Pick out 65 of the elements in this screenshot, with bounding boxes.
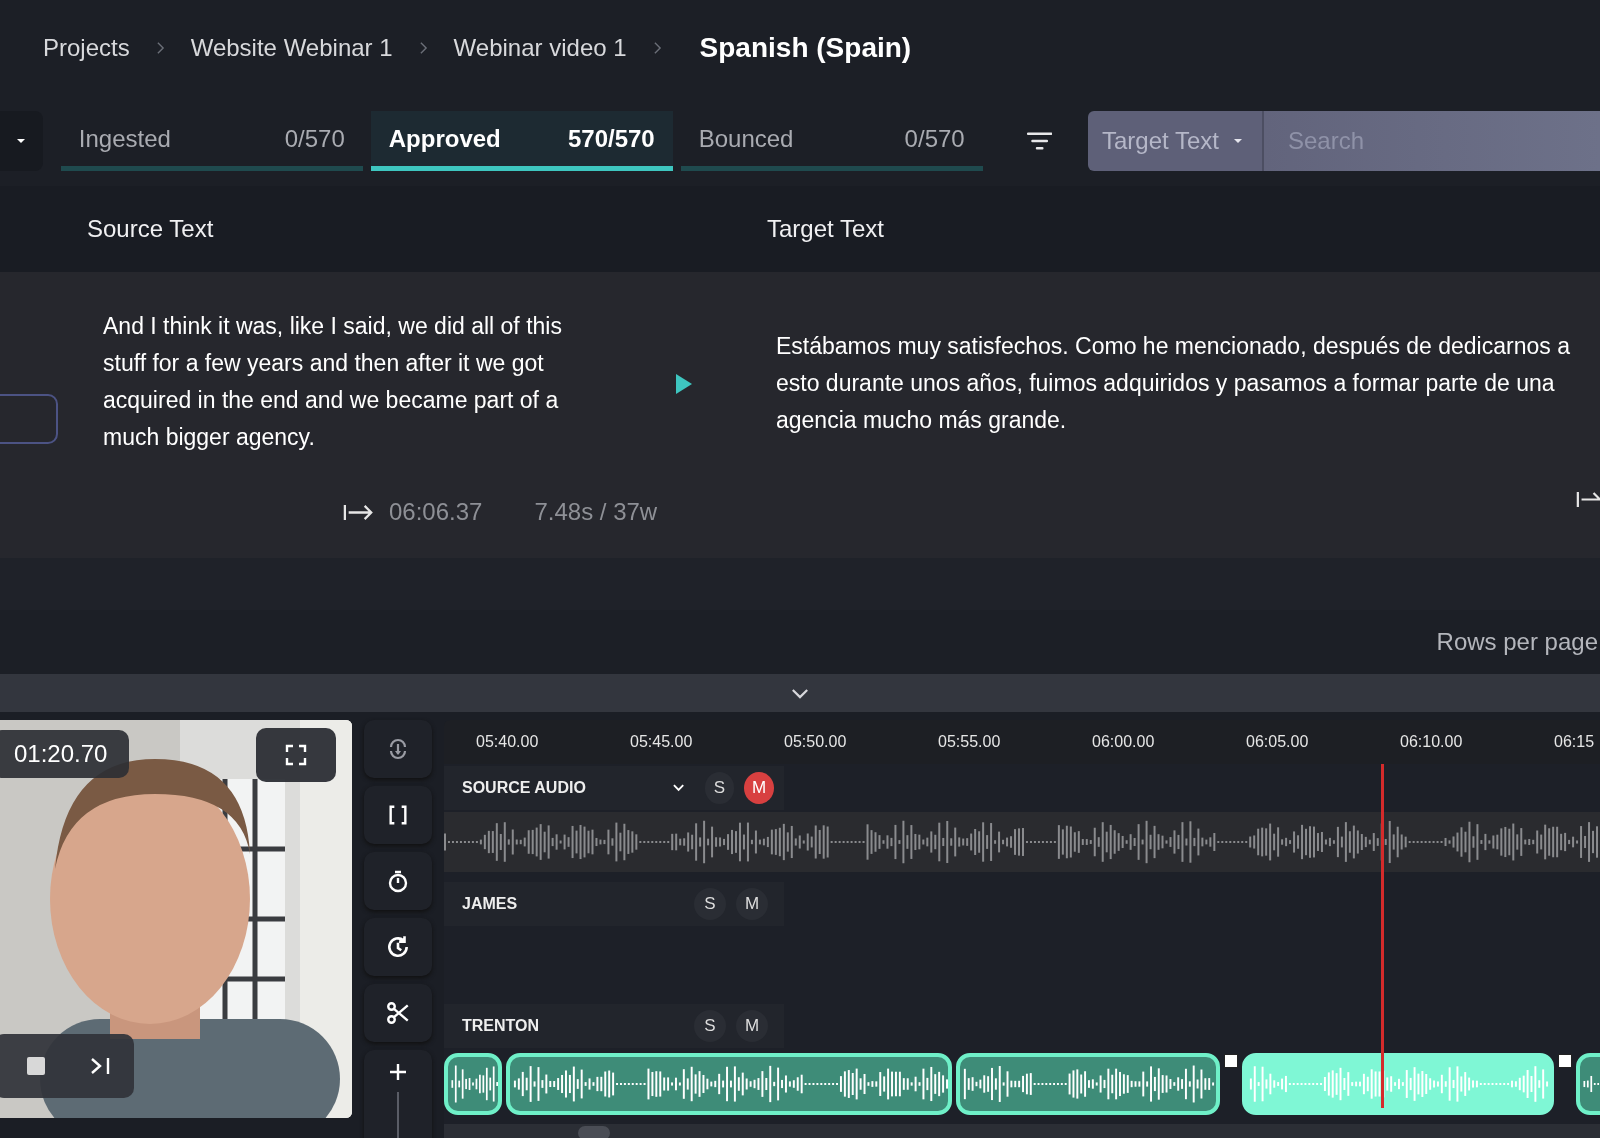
history-icon [385,934,411,960]
chevron-down-icon[interactable] [791,687,809,699]
filter-icon[interactable] [1026,130,1052,152]
chevron-right-icon [418,41,428,55]
column-header: Target Text [767,215,884,243]
fullscreen-button[interactable] [256,728,336,782]
audio-clip[interactable] [956,1053,1220,1115]
status-field[interactable] [0,394,58,444]
caret-down-icon [16,138,27,144]
track-name: SOURCE AUDIO [462,779,587,797]
mute-button[interactable]: M [736,1010,768,1042]
breadcrumb-item[interactable]: Website Webinar 1 [190,34,393,62]
waveform [448,1064,498,1104]
duration-stats: 7.48s / 37w [534,498,658,526]
chevron-right-icon [155,41,165,55]
skip-end-icon [89,1056,112,1076]
arrow-right-icon [343,502,375,522]
playback-time: 01:20.70 [0,730,130,778]
arrow-right-icon [1576,490,1600,509]
status-tab[interactable]: Bounced 0/570 [680,111,983,171]
time-tick: 05:50.00 [784,733,848,751]
sync-button[interactable] [364,720,432,778]
audio-clip[interactable] [444,1053,502,1115]
scrollbar-thumb[interactable] [578,1126,610,1138]
stop-icon [26,1057,45,1075]
trim-handle[interactable] [1224,1054,1238,1068]
time-tick: 06:15 [1554,733,1596,751]
brackets-button[interactable] [364,786,432,844]
chevron-right-icon [652,41,662,55]
time-tick: 06:00.00 [1092,733,1156,751]
play-icon[interactable] [676,374,692,394]
solo-button[interactable]: S [694,1010,726,1042]
history-button[interactable] [364,918,432,976]
audio-clip[interactable] [1242,1053,1554,1115]
mute-button[interactable]: M [744,772,774,804]
zoom-in-icon[interactable] [388,1062,408,1082]
column-header: Source Text [87,215,215,243]
mute-button[interactable]: M [736,888,768,920]
caret-down-icon [1232,138,1243,144]
fullscreen-icon [285,744,307,766]
timestamp: 06:06.37 [389,498,483,526]
breadcrumb-item: Spanish (Spain) [699,32,912,64]
audio-clip[interactable] [506,1053,952,1115]
solo-button[interactable]: S [704,772,735,804]
status-tab[interactable]: Ingested 0/570 [60,111,363,171]
trim-handle[interactable] [1558,1054,1572,1068]
scissors-button[interactable] [364,984,432,1042]
track-name: JAMES [462,895,519,913]
stopwatch-icon [386,869,410,893]
time-tick: 06:05.00 [1246,733,1310,751]
target-text: Estábamos muy satisfechos. Como he mencionado, después de dedicarnos a esto durante unos años, fuimos adquiridos y pasamos a formar parte de una agencia mucho más grande. [776,332,1571,435]
time-tick: 05:40.00 [476,733,540,751]
rows-per-page-label: Rows per page [1436,628,1598,656]
time-tick: 06:10.00 [1400,733,1464,751]
brackets-icon [387,804,409,826]
scissors-icon [385,1000,411,1026]
track-name: TRENTON [462,1017,541,1035]
status-tab[interactable]: Approved 570/570 [370,111,673,171]
time-tick: 05:45.00 [630,733,694,751]
stopwatch-button[interactable] [364,852,432,910]
breadcrumb-item[interactable]: Projects [43,34,130,62]
source-text: And I think it was, like I said, we did all of this stuff for a few years and then after it we got acquired in the end and we became part of a much bigger agency. [103,312,563,452]
time-tick: 05:55.00 [938,733,1002,751]
breadcrumb-item[interactable]: Webinar video 1 [453,34,627,62]
solo-button[interactable]: S [694,888,726,920]
